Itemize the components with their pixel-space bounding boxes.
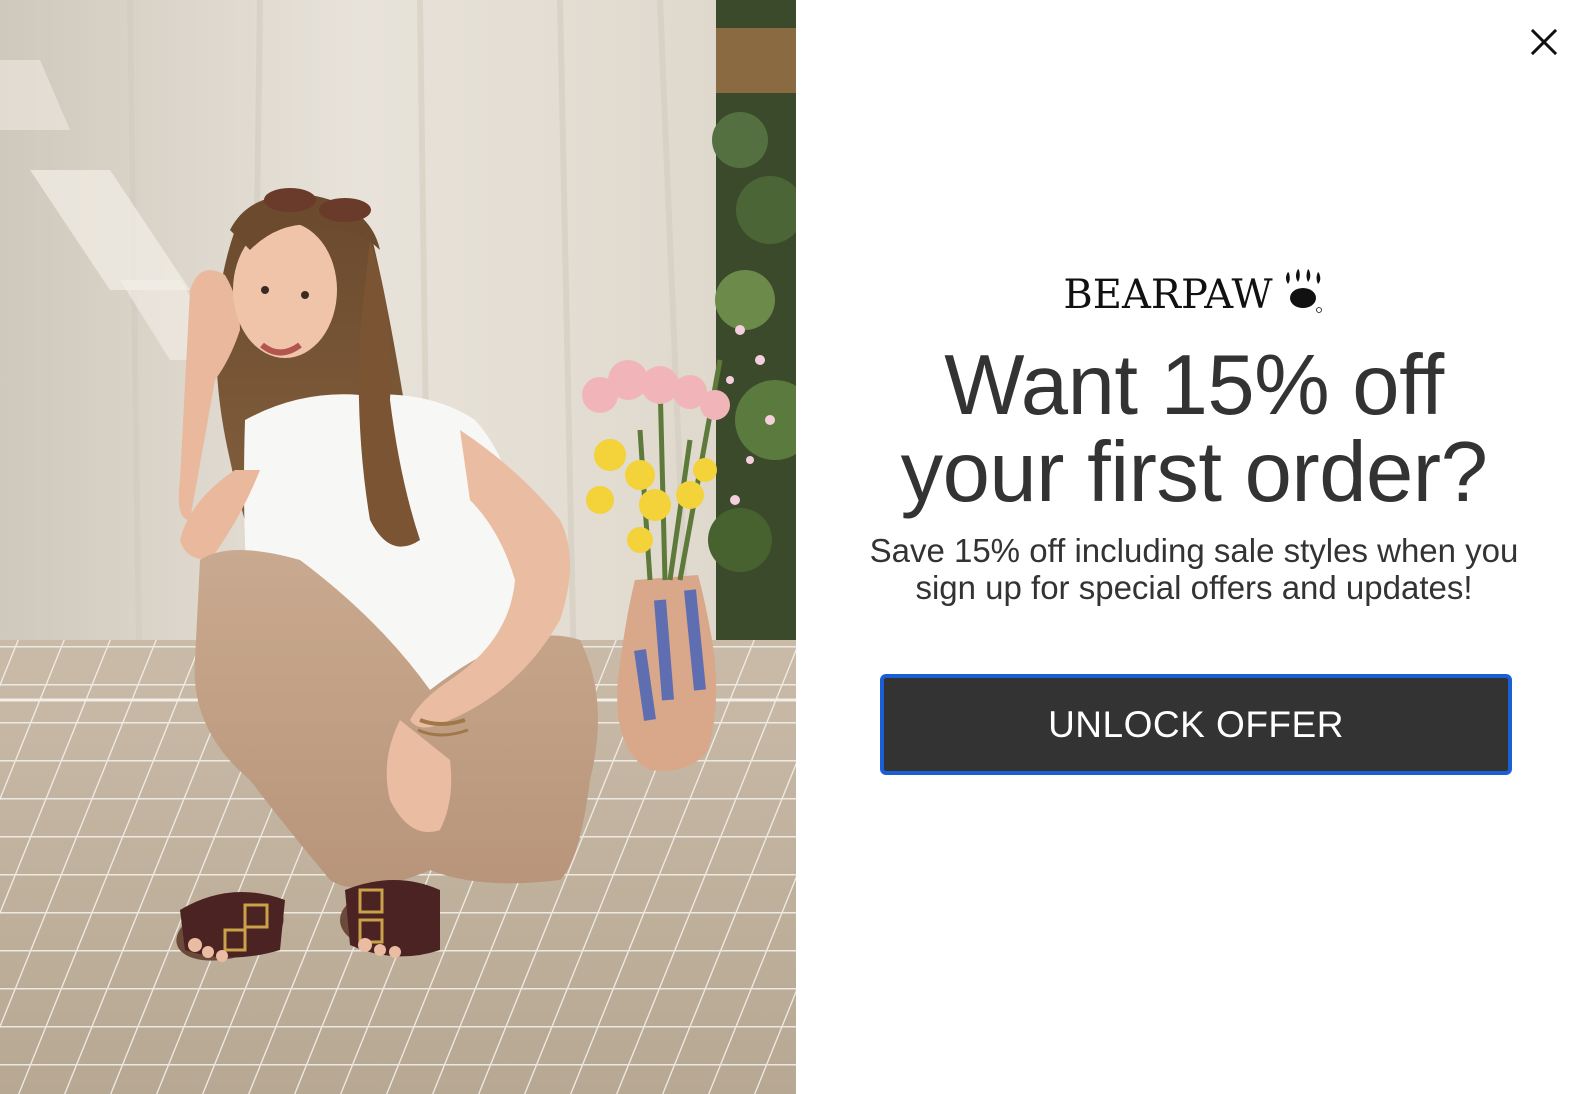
brand-logo: BEARPAW (796, 269, 1592, 320)
hero-photo-illustration (0, 0, 796, 1094)
offer-headline: Want 15% off your first order? (836, 342, 1552, 516)
offer-content-panel: BEARPAW Want 15% off your first order? S… (796, 0, 1592, 1094)
unlock-offer-button[interactable]: UNLOCK OFFER (880, 674, 1512, 775)
paw-icon (1285, 269, 1322, 313)
offer-description: Save 15% off including sale styles when … (869, 532, 1519, 606)
close-button[interactable] (1526, 24, 1562, 60)
headline-line-2: your first order? (900, 425, 1488, 520)
close-icon (1530, 28, 1558, 56)
hero-photo (0, 0, 796, 1094)
signup-offer-modal: BEARPAW Want 15% off your first order? S… (0, 0, 1592, 1094)
brand-wordmark: BEARPAW (1063, 272, 1273, 318)
headline-line-1: Want 15% off (944, 338, 1444, 433)
